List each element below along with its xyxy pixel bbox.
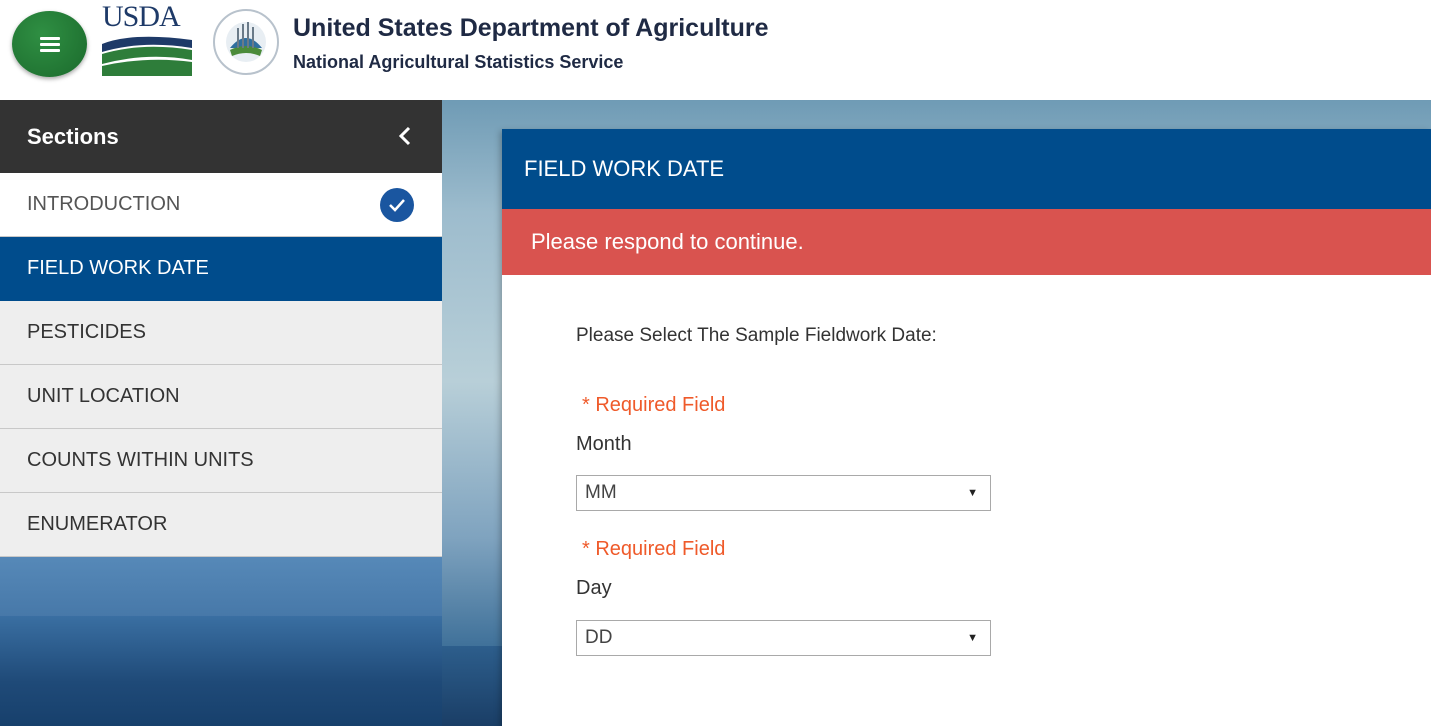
sidebar-title: Sections	[27, 123, 119, 149]
agriculture-counts-seal-icon	[213, 9, 279, 75]
sidebar-header: Sections	[0, 100, 442, 173]
chevron-left-icon[interactable]	[398, 124, 412, 150]
section-title: FIELD WORK DATE	[502, 129, 1431, 209]
day-select-value: DD	[585, 627, 613, 648]
sections-sidebar: Sections INTRODUCTION FIELD WORK DATE PE…	[0, 100, 442, 726]
month-select-value: MM	[585, 482, 617, 503]
dropdown-arrow-icon: ▼	[967, 487, 978, 499]
sidebar-item-label: UNIT LOCATION	[27, 385, 180, 407]
agency-subtitle: National Agricultural Statistics Service	[293, 52, 624, 72]
usda-logo[interactable]: USDA	[102, 2, 194, 78]
sidebar-item-label: ENUMERATOR	[27, 513, 168, 535]
month-select[interactable]: MM ▼	[576, 475, 991, 511]
check-circle-icon	[380, 187, 414, 222]
error-alert: Please respond to continue.	[502, 209, 1431, 275]
required-field-label: * Required Field	[582, 394, 726, 416]
sidebar-item-enumerator[interactable]: ENUMERATOR	[0, 493, 442, 557]
sidebar-item-counts-within-units[interactable]: COUNTS WITHIN UNITS	[0, 429, 442, 493]
dropdown-arrow-icon: ▼	[967, 632, 978, 644]
sidebar-item-field-work-date[interactable]: FIELD WORK DATE	[0, 237, 442, 301]
question-text: Please Select The Sample Fieldwork Date:	[576, 325, 937, 346]
day-select[interactable]: DD ▼	[576, 620, 991, 656]
menu-button[interactable]	[12, 11, 87, 77]
main-panel: FIELD WORK DATE Please respond to contin…	[502, 129, 1431, 726]
site-header: USDA United States Department of Agricul…	[0, 0, 1431, 100]
nass-seal-logo	[212, 6, 280, 78]
hamburger-icon	[39, 34, 60, 55]
sidebar-item-label: PESTICIDES	[27, 321, 146, 343]
agency-title: United States Department of Agriculture	[293, 14, 769, 42]
day-label: Day	[576, 577, 612, 599]
sidebar-item-pesticides[interactable]: PESTICIDES	[0, 301, 442, 365]
sidebar-item-unit-location[interactable]: UNIT LOCATION	[0, 365, 442, 429]
sidebar-item-label: FIELD WORK DATE	[27, 257, 209, 279]
sidebar-item-label: INTRODUCTION	[27, 193, 181, 215]
usda-logo-text: USDA	[102, 0, 181, 33]
required-field-label: * Required Field	[582, 538, 726, 560]
sidebar-item-label: COUNTS WITHIN UNITS	[27, 449, 254, 471]
sidebar-item-introduction[interactable]: INTRODUCTION	[0, 173, 442, 237]
month-label: Month	[576, 433, 632, 455]
sidebar-background	[0, 616, 442, 726]
usda-landscape-icon	[102, 36, 192, 76]
